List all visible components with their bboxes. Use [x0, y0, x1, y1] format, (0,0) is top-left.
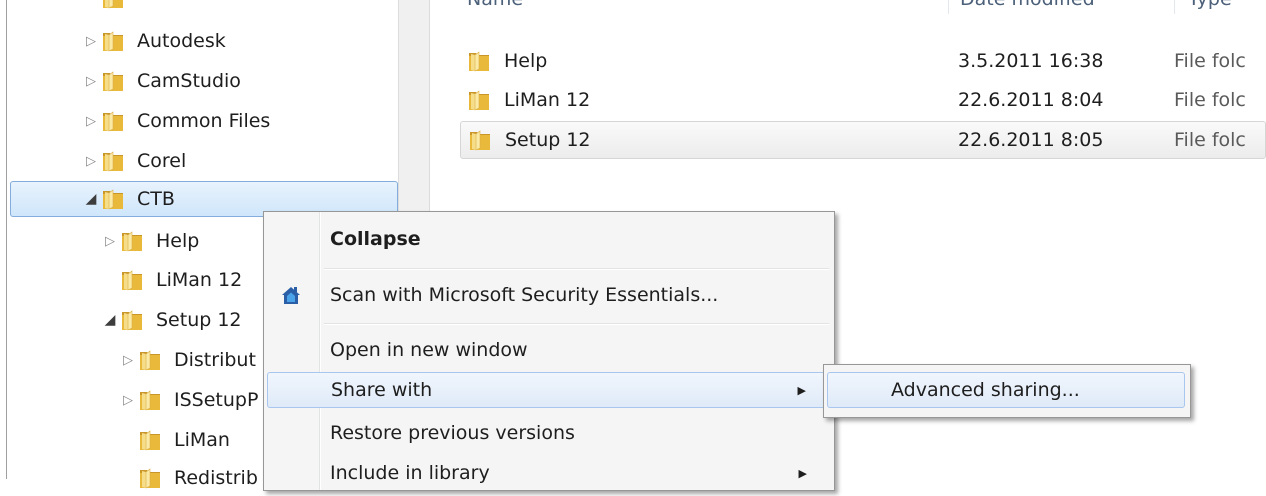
menu-item-include-in-library[interactable]: Include in library ▶ [267, 455, 829, 491]
share-with-submenu: Advanced sharing... [823, 364, 1191, 418]
menu-separator [324, 268, 829, 270]
file-name: Setup 12 [505, 129, 591, 151]
file-name: LiMan 12 [504, 89, 591, 111]
tree-item-camstudio[interactable]: ▷ CamStudio [80, 63, 241, 99]
expand-arrow-icon[interactable]: ▷ [117, 393, 139, 408]
tree-item-liman[interactable]: LiMan [117, 422, 230, 458]
menu-item-label: Scan with Microsoft Security Essentials.… [330, 284, 719, 306]
tree-item-label: LiMan 12 [156, 269, 243, 291]
folder-icon [139, 428, 161, 452]
file-type: File folc [1174, 89, 1246, 111]
pane-border [6, 0, 7, 479]
folder-icon [102, 187, 124, 211]
menu-item-collapse[interactable]: Collapse [267, 221, 829, 257]
tree-item-label: Help [156, 230, 200, 252]
folder-icon [139, 348, 161, 372]
menu-item-label: Include in library [330, 462, 490, 484]
submenu-arrow-icon: ▶ [798, 466, 807, 480]
file-date: 3.5.2011 16:38 [958, 50, 1104, 72]
file-row-setup-12[interactable]: Setup 12 22.6.2011 8:05 File folc [460, 121, 1266, 159]
expand-arrow-icon[interactable]: ▷ [80, 34, 102, 49]
folder-icon [102, 29, 124, 53]
tree-item-autodesk[interactable]: ▷ Autodesk [80, 23, 226, 59]
tree-item-label: Redistrib [174, 467, 258, 489]
tree-item-distribut[interactable]: ▷ Distribut [117, 342, 256, 378]
folder-icon [139, 466, 161, 490]
tree-item-liman-12[interactable]: LiMan 12 [99, 262, 242, 298]
expand-arrow-icon[interactable]: ▷ [80, 74, 102, 89]
tree-item-label: Setup 12 [156, 309, 242, 331]
column-header-date-modified[interactable]: Date modified [960, 0, 1095, 10]
expand-arrow-icon[interactable]: ▷ [117, 353, 139, 368]
tree-item-label: Autodesk [137, 30, 226, 52]
menu-item-label: Advanced sharing... [891, 379, 1080, 401]
expand-arrow-icon[interactable]: ▷ [80, 154, 102, 169]
folder-icon [102, 69, 124, 93]
file-row-liman-12[interactable]: LiMan 12 22.6.2011 8:04 File folc [460, 81, 1266, 119]
tree-item-label: LiMan [174, 429, 230, 451]
menu-item-restore-previous-versions[interactable]: Restore previous versions [267, 415, 829, 451]
column-header-name[interactable]: Name [467, 0, 523, 10]
menu-item-open-new-window[interactable]: Open in new window [267, 332, 829, 368]
folder-icon [102, 149, 124, 173]
tree-item-label: CamStudio [137, 70, 241, 92]
tree-item-corel[interactable]: ▷ Corel [80, 143, 186, 179]
tree-item-issetupp[interactable]: ▷ ISSetupP [117, 382, 258, 418]
file-date: 22.6.2011 8:05 [958, 129, 1104, 151]
menu-item-label: Restore previous versions [330, 422, 575, 444]
file-type: File folc [1174, 129, 1246, 151]
tree-item-label: Distribut [174, 349, 256, 371]
collapse-arrow-icon[interactable]: ◢ [80, 191, 102, 207]
folder-icon [468, 88, 490, 112]
folder-icon [102, 0, 124, 10]
file-type: File folc [1174, 50, 1246, 72]
file-name: Help [504, 50, 548, 72]
menu-item-label: Collapse [330, 228, 421, 250]
menu-item-advanced-sharing[interactable]: Advanced sharing... [827, 372, 1185, 408]
security-essentials-icon [279, 283, 303, 307]
tree-item-label: CTB [137, 188, 175, 210]
file-date: 22.6.2011 8:04 [958, 89, 1104, 111]
column-header-type[interactable]: Type [1188, 0, 1232, 10]
menu-separator [324, 323, 829, 325]
folder-icon [468, 49, 490, 73]
column-divider[interactable] [1174, 0, 1175, 14]
tree-item-partial [80, 0, 137, 16]
folder-icon [121, 308, 143, 332]
tree-item-redistrib[interactable]: Redistrib [117, 460, 258, 496]
tree-item-label: Common Files [137, 110, 271, 132]
tree-item-common-files[interactable]: ▷ Common Files [80, 103, 270, 139]
menu-item-label: Open in new window [330, 339, 528, 361]
tree-item-setup-12[interactable]: ◢ Setup 12 [99, 302, 242, 338]
expand-arrow-icon[interactable]: ▷ [80, 114, 102, 129]
column-header-row: Name Date modified Type [430, 0, 1266, 14]
folder-icon [102, 109, 124, 133]
context-menu: Collapse Scan with Microsoft Security Es… [263, 211, 835, 491]
file-row-help[interactable]: Help 3.5.2011 16:38 File folc [460, 42, 1266, 80]
menu-item-scan-security-essentials[interactable]: Scan with Microsoft Security Essentials.… [267, 277, 829, 313]
tree-item-label: ISSetupP [174, 389, 259, 411]
folder-icon [121, 229, 143, 253]
folder-icon [139, 388, 161, 412]
folder-icon [469, 128, 491, 152]
menu-item-label: Share with [331, 379, 433, 401]
menu-item-share-with[interactable]: Share with ▶ [267, 372, 829, 408]
tree-item-label: Corel [137, 150, 187, 172]
submenu-arrow-icon: ▶ [797, 383, 806, 397]
tree-item-help[interactable]: ▷ Help [99, 223, 199, 259]
expand-arrow-icon[interactable]: ▷ [99, 234, 121, 249]
folder-icon [121, 268, 143, 292]
column-divider[interactable] [948, 0, 949, 14]
collapse-arrow-icon[interactable]: ◢ [99, 312, 121, 328]
